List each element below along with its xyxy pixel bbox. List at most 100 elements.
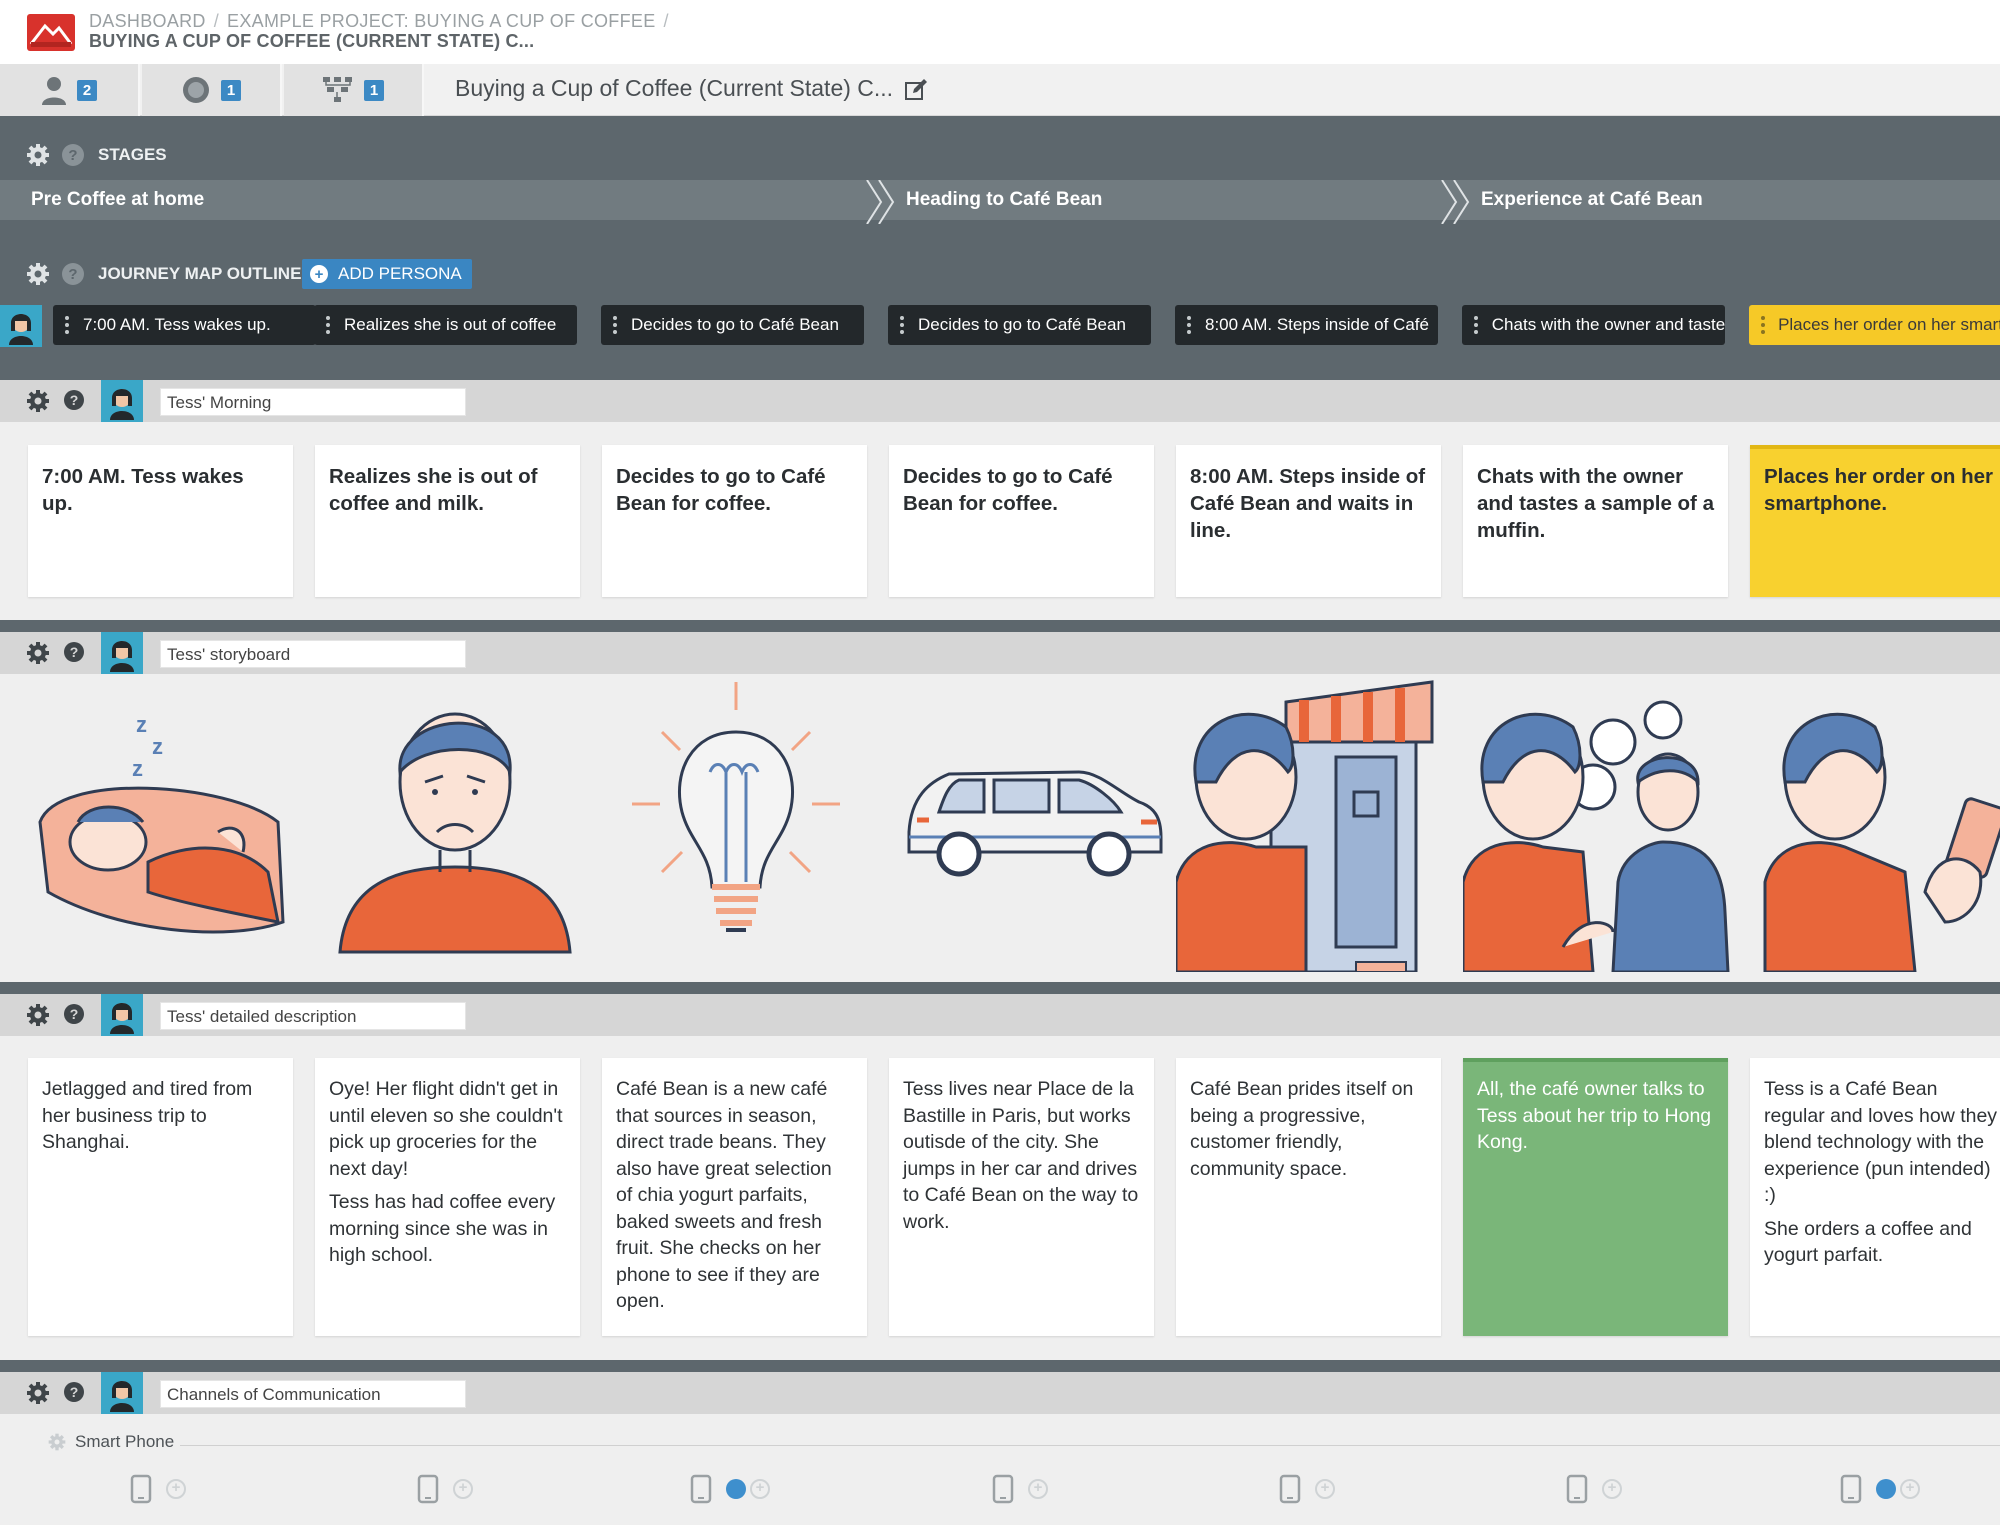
- drag-handle-icon[interactable]: [1761, 316, 1766, 334]
- morning-card-2[interactable]: Realizes she is out of coffee and milk.: [315, 445, 580, 597]
- breadcrumb: DASHBOARD / EXAMPLE PROJECT: BUYING A CUP …: [89, 11, 677, 32]
- morning-card-3[interactable]: Decides to go to Café Bean for coffee.: [602, 445, 867, 597]
- description-card-2[interactable]: Oye! Her flight didn't get in until elev…: [315, 1058, 580, 1336]
- morning-card-1[interactable]: 7:00 AM. Tess wakes up.: [28, 445, 293, 597]
- help-icon[interactable]: ?: [62, 263, 84, 285]
- description-card-7[interactable]: Tess is a Café Bean regular and loves ho…: [1750, 1058, 2000, 1336]
- persona-icon: [41, 77, 66, 105]
- drag-handle-icon[interactable]: [900, 316, 906, 334]
- help-icon[interactable]: ?: [64, 642, 84, 662]
- description-card-5[interactable]: Café Bean prides itself on being a progr…: [1176, 1058, 1441, 1336]
- channel-cell-7[interactable]: +: [1840, 1473, 1920, 1505]
- gear-icon[interactable]: [26, 1003, 50, 1027]
- outline-step-7[interactable]: Places her order on her smartphone.: [1749, 305, 2000, 345]
- description-card-3[interactable]: Café Bean is a new café that sources in …: [602, 1058, 867, 1336]
- add-touchpoint-icon[interactable]: +: [1315, 1479, 1335, 1499]
- add-touchpoint-icon[interactable]: +: [1028, 1479, 1048, 1499]
- persona-avatar-icon[interactable]: [101, 380, 143, 422]
- breadcrumb-dashboard[interactable]: DASHBOARD: [89, 11, 206, 31]
- touchpoint-dot[interactable]: [1876, 1479, 1896, 1499]
- car-illustration[interactable]: [889, 672, 1169, 972]
- persona-avatar-icon[interactable]: [0, 305, 42, 347]
- stage-experience-at-cafe[interactable]: Experience at Café Bean: [1481, 180, 1703, 220]
- description-card-4[interactable]: Tess lives near Place de la Bastille in …: [889, 1058, 1154, 1336]
- drag-handle-icon[interactable]: [326, 316, 332, 334]
- gear-icon[interactable]: [26, 262, 50, 286]
- channel-cell-3[interactable]: +: [690, 1473, 770, 1505]
- drag-handle-icon[interactable]: [1474, 316, 1480, 334]
- drag-handle-icon[interactable]: [1187, 316, 1193, 334]
- outline-step-2[interactable]: Realizes she is out of coffee: [314, 305, 577, 345]
- smartphone-icon: [130, 1474, 152, 1504]
- drag-handle-icon[interactable]: [65, 316, 71, 334]
- gear-icon[interactable]: [26, 641, 50, 665]
- add-touchpoint-icon[interactable]: +: [166, 1479, 186, 1499]
- breadcrumb-separator: /: [663, 11, 669, 31]
- channel-cell-6[interactable]: +: [1566, 1473, 1622, 1505]
- breadcrumb-separator: /: [213, 11, 220, 31]
- stage-pre-coffee[interactable]: Pre Coffee at home: [31, 180, 204, 220]
- gear-icon[interactable]: [26, 1381, 50, 1405]
- document-title: Buying a Cup of Coffee (Current State) C…: [455, 75, 894, 101]
- lane-title-input[interactable]: Tess' Morning: [160, 388, 466, 416]
- lane-title-input[interactable]: Tess' detailed description: [160, 1002, 466, 1030]
- tab-touchpoints[interactable]: 1: [142, 64, 282, 116]
- smartphone-icon: [1279, 1474, 1301, 1504]
- stage-divider-icon: [866, 180, 895, 224]
- add-touchpoint-icon[interactable]: +: [750, 1479, 770, 1499]
- add-persona-button[interactable]: + ADD PERSONA: [302, 259, 472, 289]
- breadcrumb-project[interactable]: EXAMPLE PROJECT: BUYING A CUP OF COFFEE: [227, 11, 655, 31]
- morning-card-7[interactable]: Places her order on her smartphone.: [1750, 445, 2000, 597]
- channel-cell-5[interactable]: +: [1279, 1473, 1335, 1505]
- stages-label: STAGES: [98, 145, 167, 164]
- outline-step-1[interactable]: 7:00 AM. Tess wakes up.: [53, 305, 316, 345]
- morning-card-5[interactable]: 8:00 AM. Steps inside of Café Bean and w…: [1176, 445, 1441, 597]
- edit-icon[interactable]: [904, 78, 928, 102]
- add-touchpoint-icon[interactable]: +: [1900, 1479, 1920, 1499]
- help-icon[interactable]: ?: [64, 1004, 84, 1024]
- outline-step-4[interactable]: Decides to go to Café Bean: [888, 305, 1151, 345]
- storefront-illustration[interactable]: [1176, 672, 1456, 972]
- description-card-1[interactable]: Jetlagged and tired from her business tr…: [28, 1058, 293, 1336]
- persona-avatar-icon[interactable]: [101, 994, 143, 1036]
- stage-divider-icon: [1441, 180, 1470, 224]
- add-touchpoint-icon[interactable]: +: [453, 1479, 473, 1499]
- app-logo-icon[interactable]: [27, 14, 75, 51]
- channel-cell-4[interactable]: +: [992, 1473, 1048, 1505]
- persona-avatar-icon[interactable]: [101, 1372, 143, 1414]
- smartphone-icon: [1566, 1474, 1588, 1504]
- persona-avatar-icon[interactable]: [101, 632, 143, 674]
- morning-card-4[interactable]: Decides to go to Café Bean for coffee.: [889, 445, 1154, 597]
- smartphone-illustration[interactable]: [1750, 672, 2000, 972]
- help-icon[interactable]: ?: [64, 1382, 84, 1402]
- outline-step-6[interactable]: Chats with the owner and tastes: [1462, 305, 1725, 345]
- touchpoint-dot[interactable]: [726, 1479, 746, 1499]
- sad-face-illustration[interactable]: [315, 672, 595, 972]
- help-icon[interactable]: ?: [64, 390, 84, 410]
- add-touchpoint-icon[interactable]: +: [1602, 1479, 1622, 1499]
- gear-icon[interactable]: [47, 1432, 67, 1452]
- morning-card-6[interactable]: Chats with the owner and tastes a sample…: [1463, 445, 1728, 597]
- outline-step-5[interactable]: 8:00 AM. Steps inside of Café: [1175, 305, 1438, 345]
- tab-personas[interactable]: 2: [0, 64, 140, 116]
- gear-icon[interactable]: [26, 389, 50, 413]
- tab-hierarchy[interactable]: 1: [284, 64, 424, 116]
- description-card-6[interactable]: All, the café owner talks to Tess about …: [1463, 1058, 1728, 1336]
- channel-name: Smart Phone: [75, 1432, 175, 1451]
- sleeping-illustration[interactable]: z z z: [28, 672, 308, 972]
- description-text: Café Bean is a new café that sources in …: [616, 1078, 832, 1312]
- lightbulb-illustration[interactable]: [602, 672, 882, 972]
- drag-handle-icon[interactable]: [613, 316, 619, 334]
- lane-header-channels: ? Channels of Communication: [0, 1372, 2000, 1414]
- description-text: Café Bean prides itself on being a progr…: [1190, 1078, 1414, 1180]
- channel-cell-1[interactable]: +: [130, 1473, 186, 1505]
- lane-title-input[interactable]: Channels of Communication: [160, 1380, 466, 1408]
- help-icon[interactable]: ?: [62, 144, 84, 166]
- stage-heading-to-cafe[interactable]: Heading to Café Bean: [906, 180, 1102, 220]
- outline-step-3[interactable]: Decides to go to Café Bean: [601, 305, 864, 345]
- conversation-illustration[interactable]: [1463, 672, 1743, 972]
- gear-icon[interactable]: [26, 143, 50, 167]
- channel-cell-2[interactable]: +: [417, 1473, 473, 1505]
- lane-title-input[interactable]: Tess' storyboard: [160, 640, 466, 668]
- add-persona-label: ADD PERSONA: [338, 264, 462, 283]
